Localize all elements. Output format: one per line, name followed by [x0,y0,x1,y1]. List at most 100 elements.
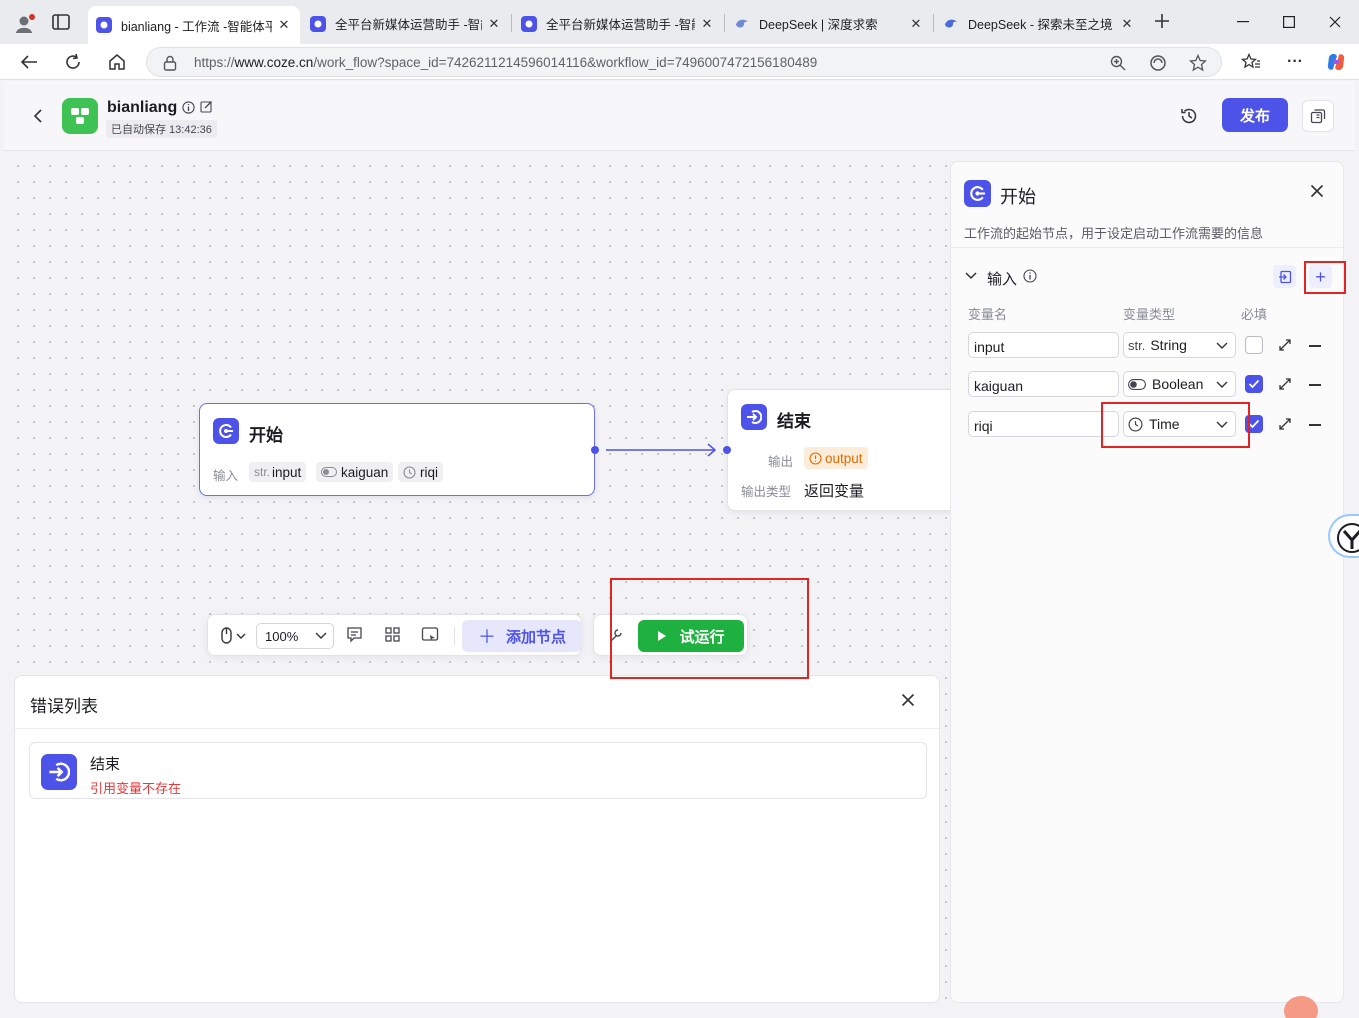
warning-icon [809,451,822,465]
toggle-icon [1128,378,1146,390]
minimap-icon[interactable] [421,626,439,643]
start-node[interactable]: 开始 输入 str. input kaiguan riqi [199,403,599,496]
comment-icon[interactable] [346,626,363,643]
address-bar[interactable]: https://www.coze.cn/work_flow?space_id=7… [146,47,1222,77]
error-list-panel: 错误列表 结束 引用变量不存在 [14,675,940,1003]
minimize-icon[interactable] [1220,8,1266,36]
tab-deepseek-1[interactable]: DeepSeek | 深度求索 ✕ [726,7,932,40]
start-node-icon [213,418,239,444]
import-variable-icon[interactable] [1273,265,1296,288]
workflow-logo-icon [62,98,98,134]
tab-actions-icon[interactable] [52,14,70,30]
refresh-icon[interactable] [58,48,88,76]
expand-icon[interactable] [1278,338,1292,352]
error-item[interactable]: 结束 引用变量不存在 [29,742,927,799]
tab-media-assistant-1[interactable]: 全平台新媒体运营助手 -智能体 ✕ [302,7,510,40]
remove-variable-icon[interactable] [1309,345,1321,347]
window-close-icon[interactable] [1312,8,1358,36]
start-node-icon [964,180,991,207]
profile-icon[interactable] [14,13,36,35]
tab-separator [724,14,725,32]
translate-icon[interactable] [1149,54,1167,72]
back-arrow-icon[interactable] [30,106,48,126]
collapse-chevron-icon[interactable] [965,271,977,281]
variable-type-select[interactable]: Boolean [1123,371,1236,397]
add-node-button[interactable]: ＋添加节点 [462,620,582,652]
auto-layout-icon[interactable] [384,626,401,643]
start-node-input-label: 输入 [213,469,239,483]
required-checkbox[interactable] [1245,375,1263,393]
end-node-icon [741,404,767,430]
end-node-title: 结束 [777,412,811,431]
end-node-output-type-label: 输出类型 [741,485,792,499]
info-icon[interactable] [1023,269,1037,283]
end-node-icon [41,754,77,790]
tab-close-icon[interactable]: ✕ [276,17,292,33]
variable-name-input[interactable]: kaiguan [968,371,1119,397]
end-node[interactable]: 结束 输出 output 输出类型 返回变量 [723,389,950,511]
remove-variable-icon[interactable] [1309,424,1321,426]
favorites-icon[interactable] [1236,48,1266,76]
favorite-star-icon[interactable] [1189,54,1207,72]
divider [15,728,939,729]
tab-close-icon[interactable]: ✕ [1119,16,1135,32]
start-node-output-port[interactable] [591,446,599,454]
home-icon[interactable] [102,48,132,76]
edit-icon[interactable] [200,100,213,113]
expand-icon[interactable] [1278,377,1292,391]
chevron-down-icon [1216,342,1228,349]
column-header-required: 必填 [1241,307,1268,322]
variable-name-input[interactable]: riqi [968,411,1119,437]
lock-icon[interactable] [163,55,177,71]
clock-icon [403,465,416,479]
workflow-name: bianliang [107,99,178,116]
new-tab-icon[interactable] [1153,12,1171,30]
copilot-icon[interactable] [1321,48,1351,76]
panel-title: 开始 [1000,187,1036,207]
error-list-close-icon[interactable] [901,693,915,707]
tab-close-icon[interactable]: ✕ [699,16,715,32]
tab-close-icon[interactable]: ✕ [486,16,502,32]
expand-icon[interactable] [1278,417,1292,431]
deepseek-favicon-icon [943,16,959,32]
workflow-header: bianliang 已自动保存 13:42:36 发布 [4,81,1355,151]
coze-favicon-icon [310,15,326,32]
url-text: https://www.coze.cn/work_flow?space_id=7… [194,55,818,70]
mouse-mode-icon[interactable] [220,627,248,645]
zoom-select[interactable]: 100% [256,623,334,649]
panel-close-icon[interactable] [1310,184,1324,198]
required-checkbox[interactable] [1245,336,1263,354]
back-icon[interactable] [14,48,44,76]
tab-deepseek-2[interactable]: DeepSeek - 探索未至之境 ✕ [935,7,1143,40]
variable-type-select[interactable]: str. String [1123,332,1236,358]
copy-workflow-icon[interactable] [1302,100,1334,132]
end-node-input-port[interactable] [723,446,731,454]
output-variable-chip: output [804,447,868,469]
tab-media-assistant-2[interactable]: 全平台新媒体运营助手 -智能体 ✕ [513,7,723,40]
remove-variable-icon[interactable] [1309,384,1321,386]
panel-description: 工作流的起始节点，用于设定启动工作流需要的信息 [964,226,1264,241]
canvas-toolbar: 100% ＋添加节点 [207,614,582,656]
input-section-title: 输入 [987,271,1018,288]
start-var-input-chip: str. input [249,462,307,482]
error-node-name: 结束 [90,756,121,773]
coze-favicon-icon [521,15,537,32]
browser-nav-bar: https://www.coze.cn/work_flow?space_id=7… [0,44,1359,80]
history-icon[interactable] [1179,106,1199,126]
start-var-kaiguan-chip: kaiguan [316,462,394,482]
end-node-output-type-value: 返回变量 [804,483,865,500]
info-icon[interactable] [182,101,195,114]
zoom-icon[interactable] [1109,54,1127,72]
error-list-title: 错误列表 [30,697,98,716]
maximize-icon[interactable] [1266,8,1312,36]
variable-name-input[interactable]: input [968,332,1119,358]
highlight-box-time-type [1101,402,1250,448]
tab-bianliang[interactable]: bianliang - 工作流 -智能体平台 ✕ [88,6,300,44]
publish-button[interactable]: 发布 [1222,98,1288,132]
more-menu-icon[interactable]: ··· [1280,48,1310,76]
chevron-down-icon [1216,381,1228,388]
tab-title: 全平台新媒体运营助手 -智能体 [546,18,695,32]
start-node-config-panel: 开始 工作流的起始节点，用于设定启动工作流需要的信息 输入 + 变量名 变量类型… [950,161,1344,1003]
tab-close-icon[interactable]: ✕ [908,16,924,32]
mascot-bubble-icon[interactable] [1284,996,1318,1018]
